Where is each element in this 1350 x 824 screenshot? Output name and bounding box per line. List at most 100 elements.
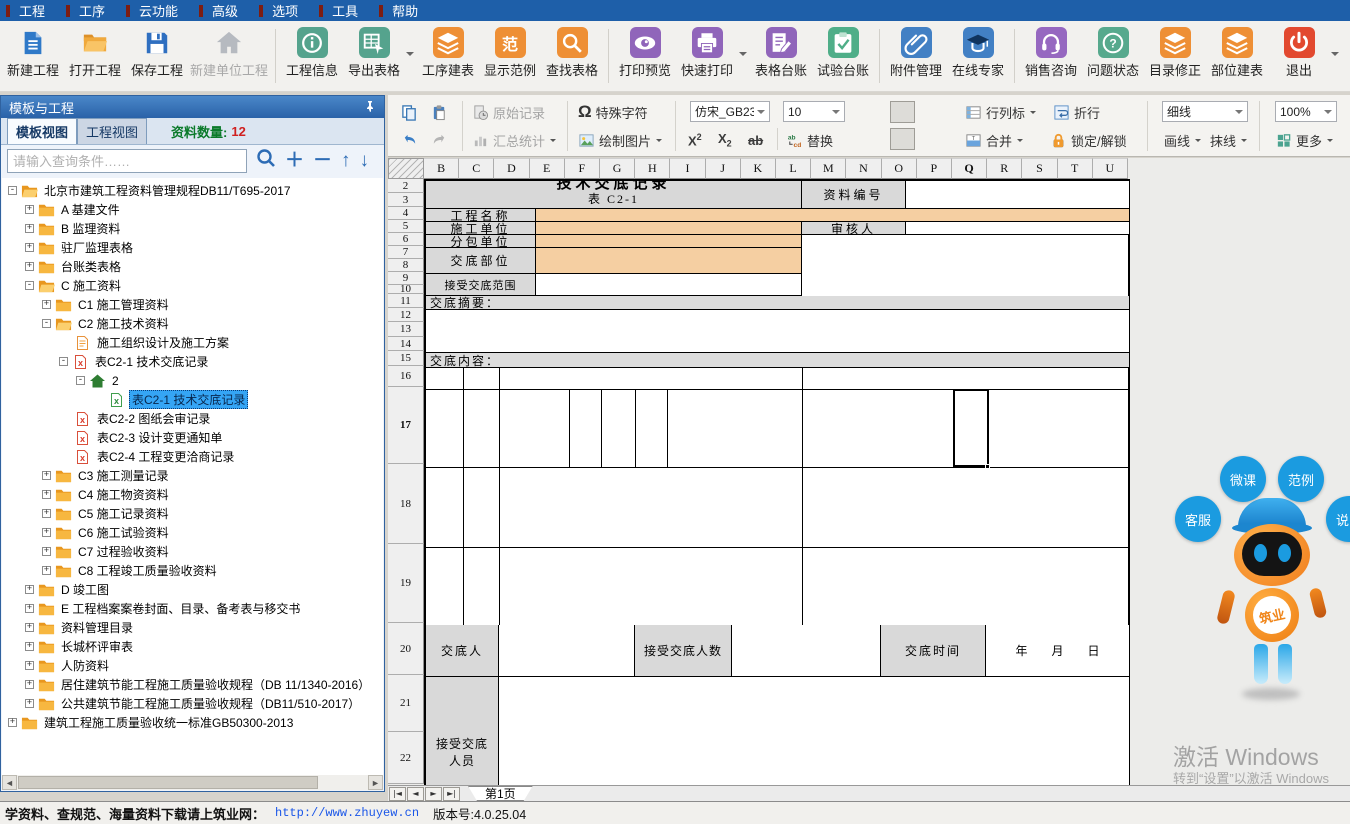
tree-horizontal-scrollbar[interactable]: ◄ ►: [2, 775, 383, 790]
column-header-C[interactable]: C: [459, 158, 494, 179]
open-project-button[interactable]: 打开工程: [64, 26, 126, 80]
sheet-corner[interactable]: [388, 158, 424, 179]
column-header-J[interactable]: J: [706, 158, 741, 179]
collapse-icon[interactable]: -: [76, 376, 85, 385]
find-table-button[interactable]: 查找表格: [541, 26, 603, 80]
row-header-10[interactable]: 10: [388, 285, 424, 294]
tab-project-view[interactable]: 工程视图: [77, 118, 147, 144]
receiver-count-label[interactable]: 接受交底人数: [635, 625, 732, 677]
tree-item[interactable]: x表C2-4 工程变更洽商记录: [2, 447, 383, 466]
expand-icon[interactable]: +: [42, 490, 51, 499]
row-header-22[interactable]: 22: [388, 732, 424, 784]
column-header-F[interactable]: F: [565, 158, 600, 179]
original-record-button[interactable]: 原始记录: [472, 100, 545, 124]
erase-line-button[interactable]: 抹线: [1210, 128, 1247, 152]
redo-button[interactable]: [431, 128, 452, 152]
row-header-3[interactable]: 3: [388, 193, 424, 207]
column-header-N[interactable]: N: [846, 158, 881, 179]
valign-bottom-button[interactable]: [919, 101, 944, 123]
add-icon[interactable]: ＋: [285, 149, 304, 173]
tree-item[interactable]: +B 监理资料: [2, 219, 383, 238]
summary-area[interactable]: [426, 310, 1129, 353]
tree-item[interactable]: +台账类表格: [2, 257, 383, 276]
column-header-G[interactable]: G: [600, 158, 635, 179]
halign-left-button[interactable]: [861, 128, 886, 150]
expand-icon[interactable]: +: [42, 566, 51, 575]
receivers-label[interactable]: 接受交底 人员: [426, 677, 499, 787]
menu-item-5[interactable]: 选项: [259, 1, 298, 20]
row-header-12[interactable]: 12: [388, 308, 424, 322]
halign-right-button[interactable]: [919, 128, 944, 150]
row-header-19[interactable]: 19: [388, 544, 424, 623]
more-button[interactable]: 更多: [1275, 128, 1333, 152]
row-header-4[interactable]: 4: [388, 207, 424, 220]
row-header-17[interactable]: 17: [388, 387, 424, 464]
expand-icon[interactable]: +: [25, 262, 34, 271]
discloser-label[interactable]: 交底人: [426, 625, 499, 677]
expand-icon[interactable]: +: [25, 642, 34, 651]
construction-unit-value[interactable]: [536, 222, 802, 235]
receiver-count-value[interactable]: [732, 625, 881, 677]
expand-icon[interactable]: +: [42, 509, 51, 518]
form-title-cell[interactable]: 技术交底记录 表 C2-1: [426, 181, 802, 209]
wrap-text-button[interactable]: 折行: [1053, 100, 1100, 124]
tree-item[interactable]: +C4 施工物资资料: [2, 485, 383, 504]
tree-item[interactable]: +E 工程档案案卷封面、目录、备考表与移交书: [2, 599, 383, 618]
column-header-S[interactable]: S: [1022, 158, 1057, 179]
date-value[interactable]: 年 月 日: [986, 625, 1129, 677]
expand-icon[interactable]: +: [42, 471, 51, 480]
tree-item[interactable]: +驻厂监理表格: [2, 238, 383, 257]
new-unit-project-button[interactable]: 新建单位工程: [188, 26, 270, 80]
lock-unlock-button[interactable]: 锁定/解锁: [1050, 128, 1127, 152]
draw-line-button[interactable]: 画线: [1164, 128, 1201, 152]
valign-middle-button[interactable]: [890, 101, 915, 123]
row-header-16[interactable]: 16: [388, 366, 424, 387]
sales-consult-button[interactable]: 销售咨询: [1020, 26, 1082, 80]
test-ledger-button[interactable]: 试验台账: [812, 26, 874, 80]
quick-print-button[interactable]: 快速打印: [676, 26, 738, 80]
expand-icon[interactable]: +: [25, 699, 34, 708]
tree-item[interactable]: +人防资料: [2, 656, 383, 675]
column-header-O[interactable]: O: [882, 158, 917, 179]
scope-label[interactable]: 接受交底范围: [426, 274, 536, 296]
tree-item[interactable]: +A 基建文件: [2, 200, 383, 219]
tree-item[interactable]: +资料管理目录: [2, 618, 383, 637]
column-header-R[interactable]: R: [987, 158, 1022, 179]
row-header-5[interactable]: 5: [388, 220, 424, 233]
column-header-E[interactable]: E: [530, 158, 565, 179]
column-header-I[interactable]: I: [670, 158, 705, 179]
column-header-H[interactable]: H: [635, 158, 670, 179]
tree-item[interactable]: -北京市建筑工程资料管理规程DB11/T695-2017: [2, 181, 383, 200]
menu-item-1[interactable]: 工程: [6, 1, 45, 20]
row-header-15[interactable]: 15: [388, 351, 424, 366]
next-page-icon[interactable]: ►: [425, 787, 442, 801]
scroll-left-icon[interactable]: ◄: [2, 775, 17, 790]
row-header-20[interactable]: 20: [388, 623, 424, 675]
menu-item-2[interactable]: 工序: [66, 1, 105, 20]
collapse-icon[interactable]: -: [25, 281, 34, 290]
merge-button[interactable]: T合并: [965, 128, 1023, 152]
collapse-icon[interactable]: -: [59, 357, 68, 366]
valign-top-button[interactable]: [861, 101, 886, 123]
column-header-T[interactable]: T: [1058, 158, 1093, 179]
new-project-button[interactable]: 新建工程: [2, 26, 64, 80]
collapse-icon[interactable]: -: [42, 319, 51, 328]
undo-button[interactable]: [401, 128, 422, 152]
pin-icon[interactable]: [364, 100, 376, 115]
tree-item[interactable]: x表C2-2 图纸会审记录: [2, 409, 383, 428]
tree-item[interactable]: +居住建筑节能工程施工质量验收规程（DB 11/1340-2016）: [2, 675, 383, 694]
first-page-icon[interactable]: |◄: [389, 787, 406, 801]
prev-page-icon[interactable]: ◄: [407, 787, 424, 801]
dropdown-caret-icon[interactable]: [739, 52, 747, 60]
exit-button[interactable]: 退出: [1268, 26, 1330, 80]
down-icon[interactable]: ↓: [360, 149, 370, 173]
reviewer-label[interactable]: 审核人: [802, 222, 906, 235]
part-table-button[interactable]: 部位建表: [1206, 26, 1268, 80]
row-header-8[interactable]: 8: [388, 259, 424, 272]
project-name-label[interactable]: 工程名称: [426, 209, 536, 222]
sub-unit-label[interactable]: 分包单位: [426, 235, 536, 248]
tree-item[interactable]: +建筑工程施工质量验收统一标准GB50300-2013: [2, 713, 383, 732]
menu-item-3[interactable]: 云功能: [126, 1, 178, 20]
show-sample-button[interactable]: 范显示范例: [479, 26, 541, 80]
tree-item[interactable]: -x表C2-1 技术交底记录: [2, 352, 383, 371]
